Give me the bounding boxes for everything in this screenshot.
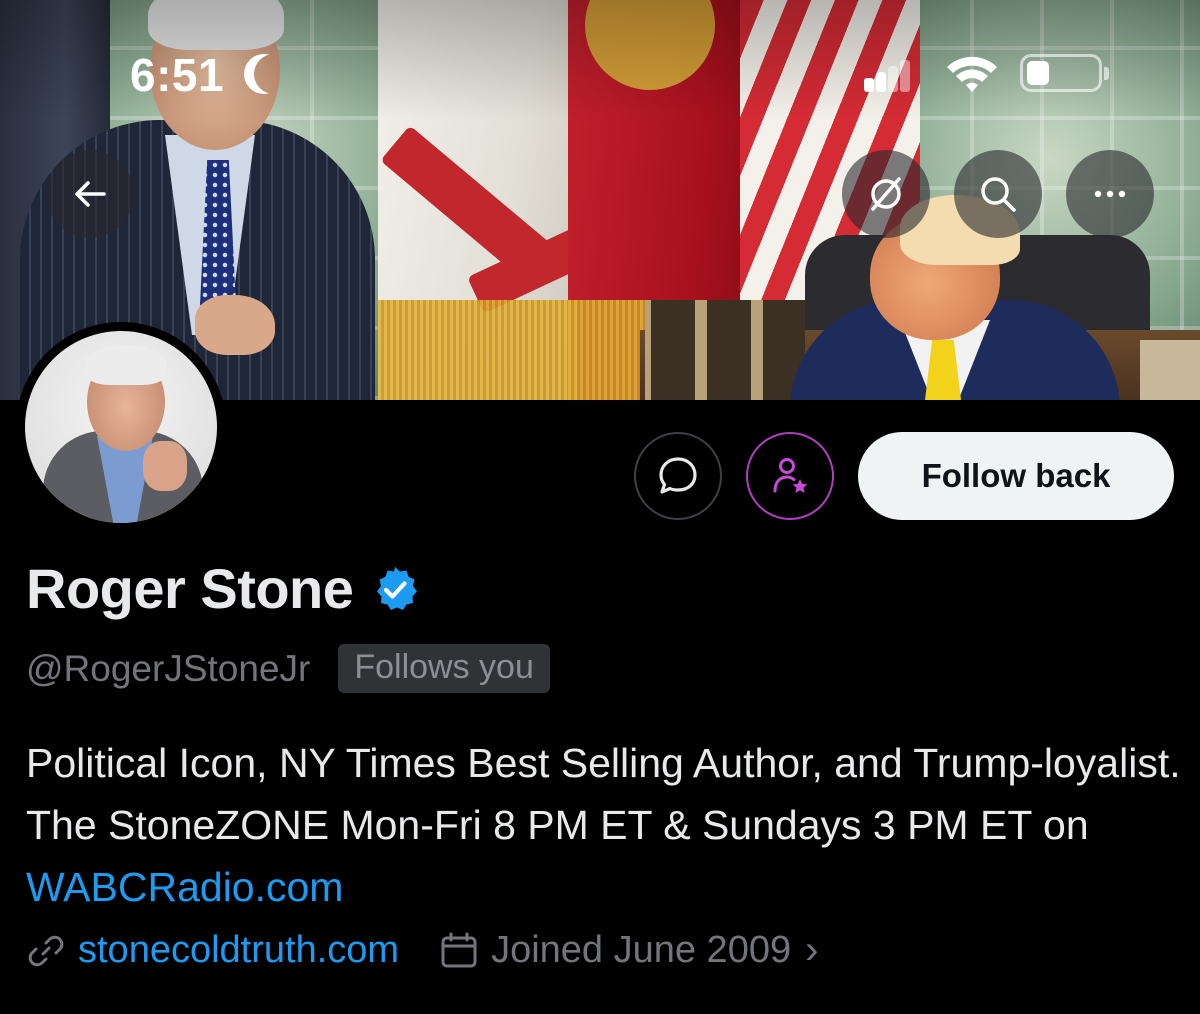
profile-handle: @RogerJStoneJr	[26, 647, 311, 689]
moon-icon	[254, 54, 294, 94]
cellular-signal-icon	[864, 60, 910, 92]
profile-name-row: Roger Stone	[26, 556, 419, 621]
status-time: 6:51	[130, 49, 225, 101]
wifi-icon	[947, 56, 997, 92]
battery-icon	[1020, 54, 1109, 92]
search-icon	[981, 177, 1016, 212]
back-button[interactable]	[46, 150, 134, 238]
calendar-icon	[441, 932, 477, 967]
handle-row: @RogerJStoneJr Follows you	[26, 644, 550, 693]
link-icon	[28, 935, 64, 966]
grok-button[interactable]	[842, 150, 930, 238]
person-star-icon	[773, 458, 808, 493]
bio-text: Political Icon, NY Times Best Selling Au…	[26, 740, 1181, 848]
more-button[interactable]	[1066, 150, 1154, 238]
verified-badge-icon[interactable]	[371, 565, 419, 613]
bio-link[interactable]: WABCRadio.com	[26, 864, 343, 910]
more-icon	[1094, 190, 1126, 198]
back-arrow-icon	[75, 181, 106, 207]
profile-meta-row: stonecoldtruth.com Joined June 2009 ›	[26, 928, 818, 973]
status-bar: 6:51	[0, 0, 1200, 110]
follow-back-button[interactable]: Follow back	[858, 432, 1174, 520]
avatar-photo	[25, 331, 217, 523]
website-link[interactable]: stonecoldtruth.com	[78, 929, 399, 972]
chevron-right-icon[interactable]: ›	[805, 928, 818, 973]
grok-icon	[871, 177, 901, 211]
follows-you-badge: Follows you	[338, 644, 550, 693]
message-button[interactable]	[634, 432, 722, 520]
chat-bubble-icon	[659, 457, 697, 494]
subscribe-button[interactable]	[746, 432, 834, 520]
profile-name: Roger Stone	[26, 557, 354, 620]
search-button[interactable]	[954, 150, 1042, 238]
profile-avatar[interactable]	[16, 322, 226, 532]
joined-date: Joined June 2009	[491, 929, 792, 971]
profile-bio: Political Icon, NY Times Best Selling Au…	[26, 732, 1186, 918]
